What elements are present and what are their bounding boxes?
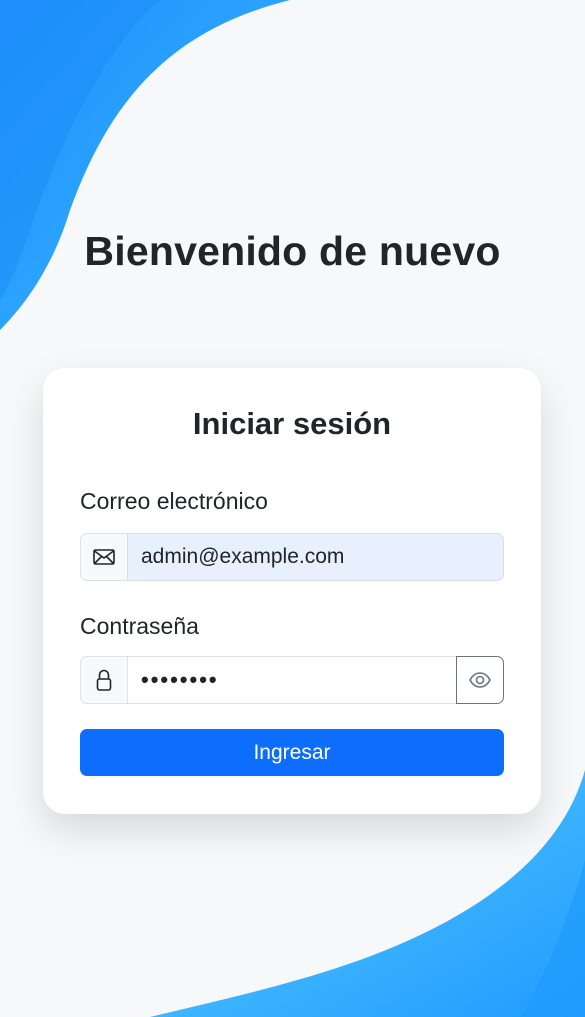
email-field[interactable]: admin@example.com: [127, 533, 504, 581]
lock-icon: [80, 656, 127, 704]
login-card: Iniciar sesión Correo electrónico admin@…: [43, 368, 541, 814]
email-input-group: admin@example.com: [80, 533, 504, 581]
password-input-group: ••••••••: [80, 656, 504, 704]
welcome-heading: Bienvenido de nuevo: [84, 228, 501, 274]
eye-icon: [469, 672, 491, 688]
card-title: Iniciar sesión: [192, 406, 392, 441]
submit-button[interactable]: Ingresar: [80, 729, 504, 776]
toggle-password-visibility-button[interactable]: [456, 656, 504, 704]
email-label: Correo electrónico: [80, 488, 268, 514]
password-field[interactable]: ••••••••: [127, 656, 456, 704]
envelope-icon: [80, 533, 127, 581]
password-label: Contraseña: [80, 613, 199, 639]
